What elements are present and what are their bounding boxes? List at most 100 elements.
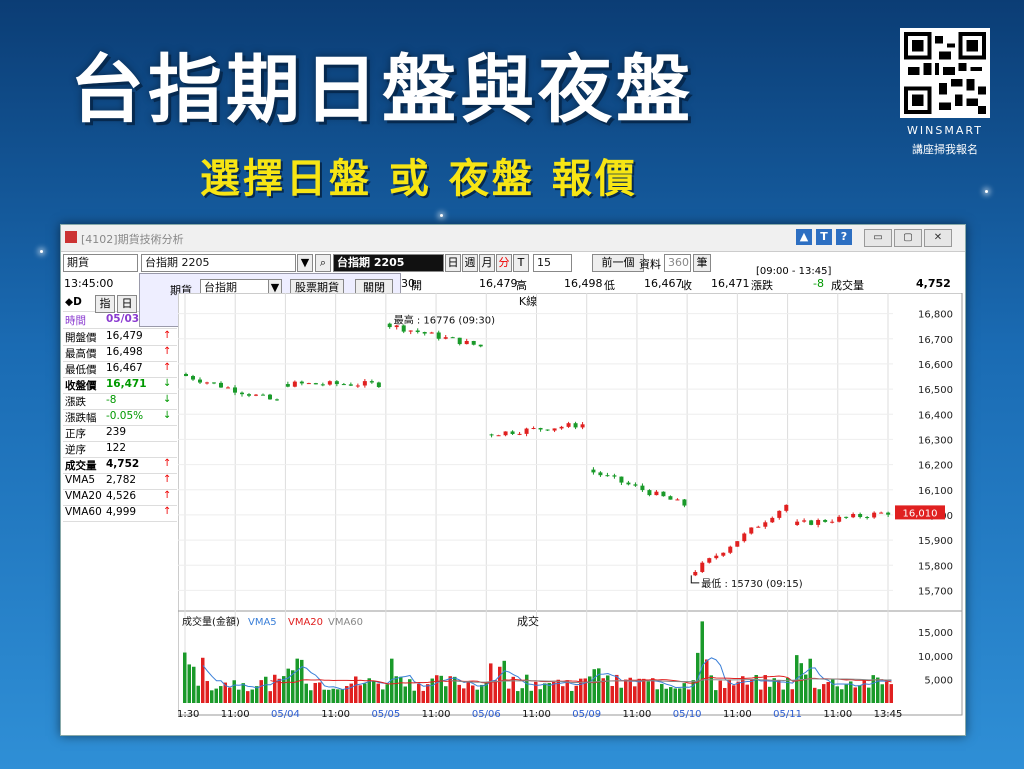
volume-bar xyxy=(493,680,497,703)
candle xyxy=(823,519,828,522)
volume-bar xyxy=(619,687,623,703)
volume-bar xyxy=(705,659,709,703)
volume-bar xyxy=(880,684,884,703)
volume-bar xyxy=(826,682,830,703)
volume-bar xyxy=(786,677,790,703)
price-pane xyxy=(178,293,963,612)
volume-bar xyxy=(439,675,443,703)
quote-high: 16,498 xyxy=(564,277,603,290)
toolbar: 期貨 台指期 2205 ▼ ⌕ 台指期 2205 日 週 月 分 T 15 前一… xyxy=(61,252,965,277)
candle xyxy=(443,337,448,339)
volume-bar xyxy=(475,689,479,703)
volume-bar xyxy=(372,681,376,703)
low-annotation: 最低 : 15730 (09:15) xyxy=(701,577,802,590)
window-title: [4102]期貨技術分析 xyxy=(81,233,184,246)
volume-bar xyxy=(655,689,659,703)
maximize-button[interactable]: ▢ xyxy=(894,229,922,247)
high-annotation: 最高 : 16776 (09:30) xyxy=(394,314,495,327)
interval-select[interactable]: 15 xyxy=(533,254,572,272)
price-tick-label: 16,600 xyxy=(918,360,953,371)
volume-bar xyxy=(682,683,686,703)
volume-bar xyxy=(376,683,380,703)
candle xyxy=(777,510,782,518)
volume-bar xyxy=(624,679,628,703)
candle xyxy=(721,552,726,556)
candle xyxy=(802,520,807,522)
candle xyxy=(886,512,891,515)
tab-day[interactable]: 日 xyxy=(117,295,137,313)
panel-row-value: 4,526 xyxy=(106,490,137,502)
panel-row-key: 最低價 xyxy=(65,364,97,376)
volume-tab: 成交 xyxy=(517,614,539,628)
candle xyxy=(770,517,775,523)
symbol-dropdown-icon[interactable]: ▼ xyxy=(297,254,313,272)
candle xyxy=(682,499,687,506)
period-month-button[interactable]: 月 xyxy=(479,254,495,272)
data-count-input[interactable]: 360 xyxy=(664,254,691,272)
panel-row: VMA60 4,999 ↑ xyxy=(63,505,177,522)
volume-bar xyxy=(529,690,533,703)
volume-bar xyxy=(489,663,493,703)
candle xyxy=(261,394,265,396)
price-tick-label: 15,700 xyxy=(918,586,953,597)
period-tick-button[interactable]: T xyxy=(513,254,529,272)
candle xyxy=(320,384,325,386)
period-minute-button[interactable]: 分 xyxy=(496,254,512,272)
price-tick-label: 15,800 xyxy=(918,561,953,572)
candle xyxy=(471,340,476,345)
volume-bar xyxy=(340,689,344,703)
prev-button[interactable]: 前一個 xyxy=(592,254,644,272)
panel-row-value: 16,479 xyxy=(106,330,143,342)
close-button[interactable]: ✕ xyxy=(924,229,952,247)
pin-icon[interactable]: ▲ xyxy=(796,229,812,245)
search-icon[interactable]: ⌕ xyxy=(315,254,331,272)
arrow-up-icon: ↑ xyxy=(163,474,172,485)
price-tick-label: 16,700 xyxy=(918,335,953,346)
candle xyxy=(784,504,789,511)
candle xyxy=(795,521,800,525)
volume-bar xyxy=(561,686,565,703)
quote-change-label: 漲跌 xyxy=(751,279,773,292)
volume-bar xyxy=(714,690,718,703)
price-tick-label: 15,900 xyxy=(918,536,953,547)
volume-bar xyxy=(214,688,218,703)
arrow-up-icon: ↑ xyxy=(163,346,172,357)
volume-bar xyxy=(552,681,556,703)
panel-row-value: 122 xyxy=(106,442,127,454)
volume-bar xyxy=(610,685,614,703)
candle xyxy=(633,484,638,486)
volume-bar xyxy=(696,652,700,703)
candle xyxy=(728,546,733,553)
candle xyxy=(756,526,761,528)
candle xyxy=(422,332,427,334)
candle xyxy=(865,517,870,519)
qr-code-icon[interactable] xyxy=(900,28,990,118)
window-titlebar[interactable]: [4102]期貨技術分析 ▲ T ? ▭ ▢ ✕ xyxy=(61,225,965,252)
arrow-down-icon: ↓ xyxy=(163,378,172,389)
panel-row: VMA20 4,526 ↑ xyxy=(63,489,177,506)
volume-bar xyxy=(772,678,776,703)
period-day-button[interactable]: 日 xyxy=(445,254,461,272)
volume-bar xyxy=(606,675,610,703)
arrow-up-icon: ↑ xyxy=(163,506,172,517)
category-select[interactable]: 期貨 xyxy=(63,254,138,272)
tab-index[interactable]: 指 xyxy=(95,295,115,313)
panel-row: 漲跌幅 -0.05% ↓ xyxy=(63,409,177,426)
help-icon[interactable]: ? xyxy=(836,229,852,245)
volume-bar xyxy=(241,683,245,703)
candle xyxy=(552,428,557,431)
candle xyxy=(362,381,367,386)
volume-bar xyxy=(570,690,574,703)
data-unit-button[interactable]: 筆 xyxy=(693,254,711,272)
minimize-button[interactable]: ▭ xyxy=(864,229,892,247)
candle xyxy=(376,382,381,388)
quote-close-label: 收 xyxy=(681,279,692,292)
text-icon[interactable]: T xyxy=(816,229,832,245)
volume-legend-label: 成交量(金額) xyxy=(182,615,240,628)
period-week-button[interactable]: 週 xyxy=(462,254,478,272)
price-volume-chart[interactable]: 16,800 16,700 16,600 16,500 16,400 16,300 16,2… xyxy=(178,293,963,733)
x-tick-label: 11:30 xyxy=(178,709,199,720)
quote-low-label: 低 xyxy=(604,279,615,292)
volume-bar xyxy=(565,680,569,703)
symbol-input[interactable]: 台指期 2205 xyxy=(141,254,296,272)
